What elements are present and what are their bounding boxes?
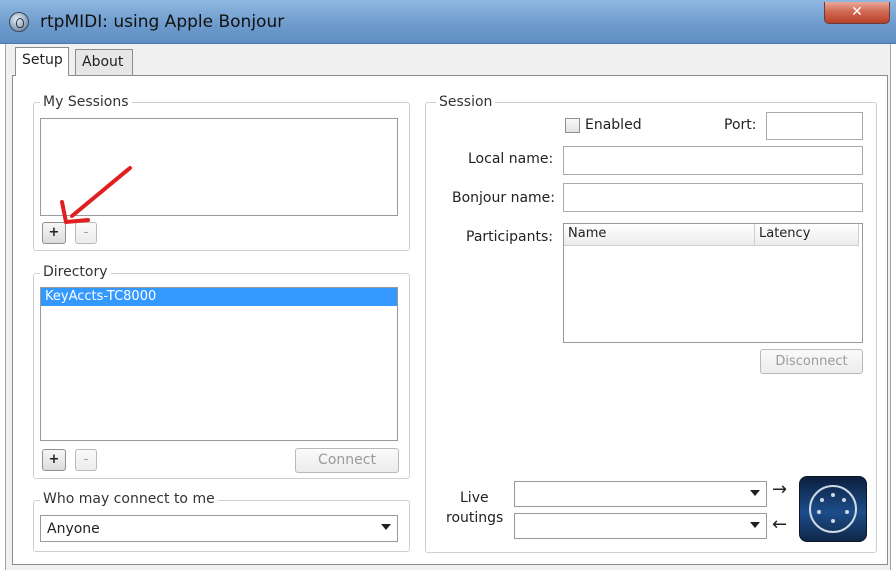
- app-icon: [9, 12, 29, 32]
- directory-label: Directory: [40, 264, 111, 280]
- who-may-connect-select[interactable]: Anyone: [40, 515, 398, 542]
- who-may-connect-label: Who may connect to me: [40, 491, 218, 507]
- enabled-checkbox[interactable]: [565, 118, 580, 133]
- bonjour-name-label: Bonjour name:: [452, 190, 555, 206]
- enabled-label: Enabled: [585, 117, 642, 133]
- live-routing-in-select[interactable]: [514, 513, 767, 539]
- participants-column-latency[interactable]: Latency: [755, 224, 859, 246]
- directory-item-keyaccts-tc8000[interactable]: KeyAccts-TC8000: [41, 288, 397, 306]
- local-name-label: Local name:: [468, 151, 554, 167]
- connect-button[interactable]: Connect: [295, 448, 399, 473]
- tab-about[interactable]: About: [75, 49, 133, 75]
- chevron-down-icon: [750, 522, 760, 528]
- tab-setup[interactable]: Setup: [15, 47, 69, 76]
- live-routings-label-line2: routings: [446, 510, 504, 526]
- chevron-down-icon: [381, 524, 391, 530]
- live-routing-out-select[interactable]: [514, 481, 767, 507]
- window-title: rtpMIDI: using Apple Bonjour: [40, 12, 285, 32]
- port-label: Port:: [724, 117, 757, 133]
- port-field[interactable]: [766, 112, 863, 140]
- participants-column-name[interactable]: Name: [564, 224, 755, 246]
- arrow-left-icon: ←: [772, 514, 788, 535]
- disconnect-button[interactable]: Disconnect: [760, 349, 863, 374]
- my-sessions-label: My Sessions: [40, 94, 132, 110]
- red-arrow-annotation-icon: [60, 166, 132, 224]
- participants-label: Participants:: [466, 229, 553, 245]
- directory-list[interactable]: KeyAccts-TC8000: [40, 287, 398, 441]
- live-routings-label-line1: Live: [460, 490, 489, 506]
- remove-directory-button[interactable]: -: [75, 449, 97, 471]
- close-button[interactable]: ✕: [824, 2, 890, 24]
- chevron-down-icon: [750, 490, 760, 496]
- who-may-connect-value: Anyone: [47, 521, 100, 537]
- bonjour-name-field[interactable]: [563, 183, 863, 212]
- session-label: Session: [436, 94, 496, 110]
- title-bar: rtpMIDI: using Apple Bonjour ✕: [0, 0, 896, 44]
- arrow-right-icon: →: [772, 479, 788, 500]
- participants-list[interactable]: Name Latency: [563, 223, 863, 343]
- add-directory-button[interactable]: +: [42, 449, 66, 471]
- midi-connector-icon[interactable]: [799, 476, 867, 542]
- local-name-field[interactable]: [563, 146, 863, 175]
